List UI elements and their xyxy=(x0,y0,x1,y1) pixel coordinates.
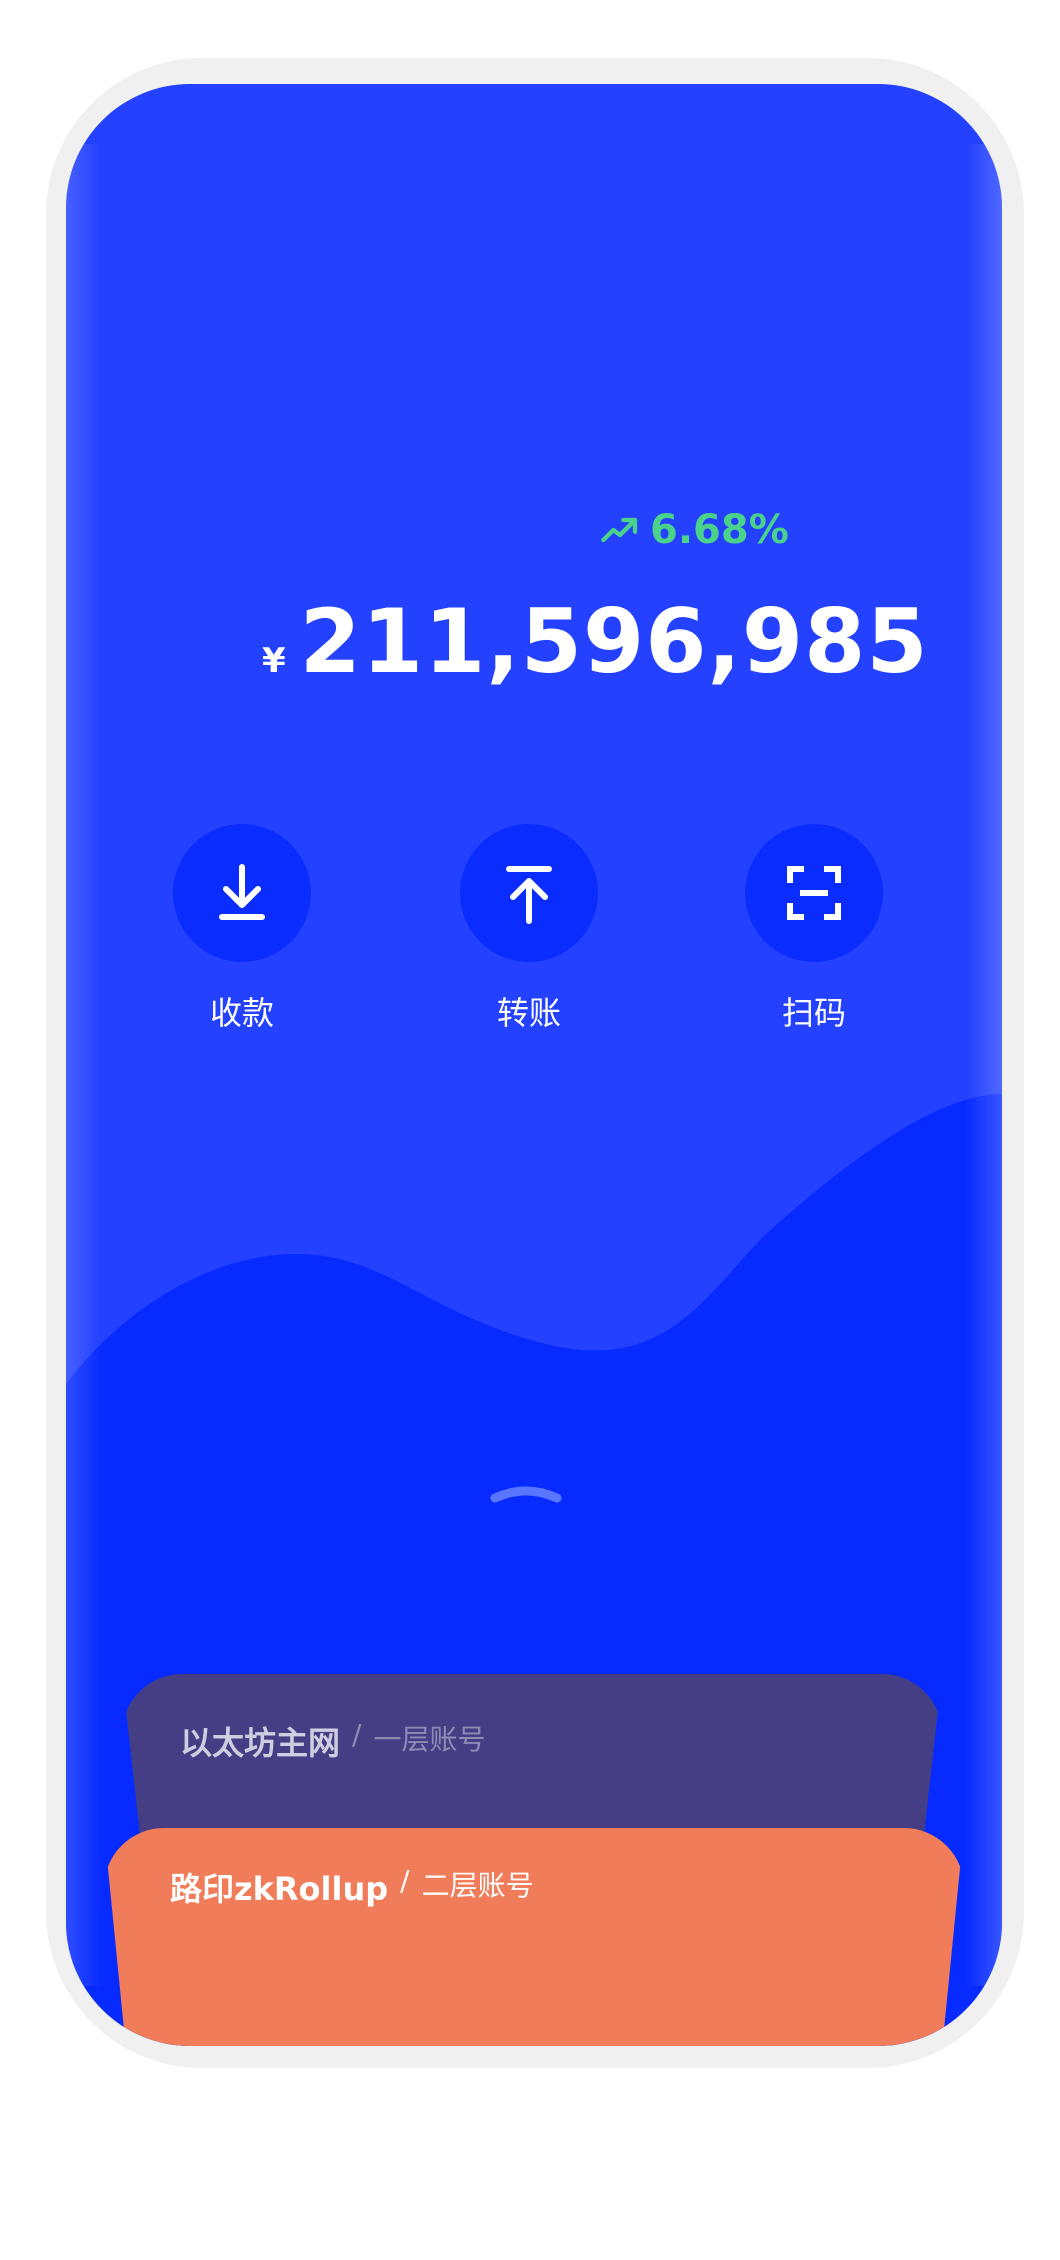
account-name: 以太坊主网 xyxy=(180,1724,341,1762)
receive-icon-circle[interactable] xyxy=(173,824,311,962)
transfer-icon-circle[interactable] xyxy=(460,824,598,962)
balance-change-value: 6.68% xyxy=(650,507,789,553)
account-separator: / xyxy=(352,1718,362,1751)
download-icon xyxy=(219,864,265,920)
balance-change: 6.68% xyxy=(600,502,789,558)
wallet-screen: 6.68% ¥ 211,596,985 收款 转账 扫码 以太坊主网 / 一层账… xyxy=(66,84,1002,2046)
receive-label: 收款 xyxy=(209,994,274,1032)
account-separator: / xyxy=(400,1864,410,1897)
upload-icon xyxy=(506,866,552,924)
scan-button[interactable]: 扫码 xyxy=(739,824,889,1034)
receive-button[interactable]: 收款 xyxy=(167,824,317,1034)
balance-amount: 211,596,985 xyxy=(299,590,929,693)
transfer-button[interactable]: 转账 xyxy=(454,824,604,1034)
account-type: 二层账号 xyxy=(421,1869,534,1902)
account-card-layer2[interactable]: 路印zkRollup / 二层账号 xyxy=(104,1828,964,2046)
total-balance: ¥ 211,596,985 xyxy=(262,590,929,693)
scan-label: 扫码 xyxy=(781,994,846,1032)
transfer-label: 转账 xyxy=(496,994,561,1032)
chevron-up-icon[interactable] xyxy=(489,1482,563,1506)
scan-icon xyxy=(787,866,841,920)
scan-icon-circle[interactable] xyxy=(745,824,883,962)
account-type: 一层账号 xyxy=(373,1723,486,1756)
account-name: 路印zkRollup xyxy=(170,1870,389,1908)
currency-symbol: ¥ xyxy=(262,641,286,681)
trend-up-icon xyxy=(601,517,638,543)
